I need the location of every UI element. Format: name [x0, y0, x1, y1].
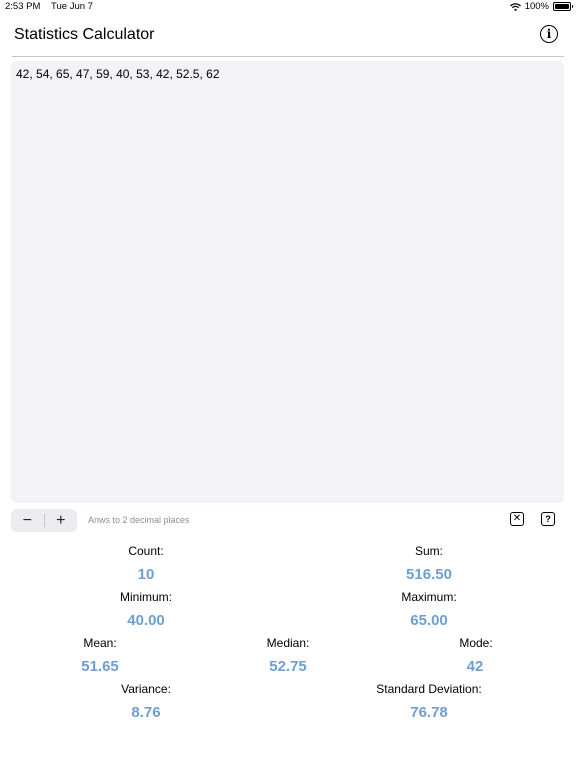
variance-label: Variance: — [121, 682, 171, 696]
mean-label: Mean: — [83, 636, 117, 650]
data-input-text: 42, 54, 65, 47, 59, 40, 53, 42, 52.5, 62 — [16, 67, 220, 81]
nav-divider — [12, 56, 564, 57]
count-value: 10 — [137, 566, 155, 583]
mode-value: 42 — [466, 658, 484, 675]
status-time: 2:53 PM — [5, 1, 41, 12]
maximum-value: 65.00 — [410, 612, 448, 629]
decimal-stepper[interactable]: − + — [11, 509, 77, 532]
mean-value: 51.65 — [81, 658, 119, 675]
info-icon[interactable]: i — [540, 25, 558, 43]
battery-icon — [553, 2, 573, 11]
status-bar-left: 2:53 PM Tue Jun 7 — [5, 1, 93, 12]
std-dev-label: Standard Deviation: — [376, 682, 482, 696]
decrement-button[interactable]: − — [11, 509, 44, 532]
wifi-icon — [509, 2, 521, 11]
maximum-label: Maximum: — [401, 590, 457, 604]
increment-button[interactable]: + — [45, 509, 78, 532]
battery-percent: 100% — [524, 1, 549, 12]
variance-value: 8.76 — [131, 704, 161, 721]
median-label: Median: — [266, 636, 310, 650]
median-value: 52.75 — [269, 658, 307, 675]
mode-label: Mode: — [459, 636, 493, 650]
page-title: Statistics Calculator — [14, 26, 155, 43]
status-date: Tue Jun 7 — [51, 1, 93, 12]
minimum-label: Minimum: — [119, 590, 173, 604]
status-bar-right: 100% — [509, 1, 573, 12]
data-input-area[interactable] — [11, 61, 564, 503]
minimum-value: 40.00 — [127, 612, 165, 629]
count-label: Count: — [128, 544, 164, 558]
std-dev-value: 76.78 — [410, 704, 448, 721]
decimal-places-label: Anws to 2 decimal places — [88, 515, 190, 525]
help-icon[interactable]: ? — [541, 512, 555, 526]
sum-value: 516.50 — [406, 566, 452, 583]
sum-label: Sum: — [414, 544, 444, 558]
clear-icon[interactable]: ✕ — [510, 512, 524, 526]
